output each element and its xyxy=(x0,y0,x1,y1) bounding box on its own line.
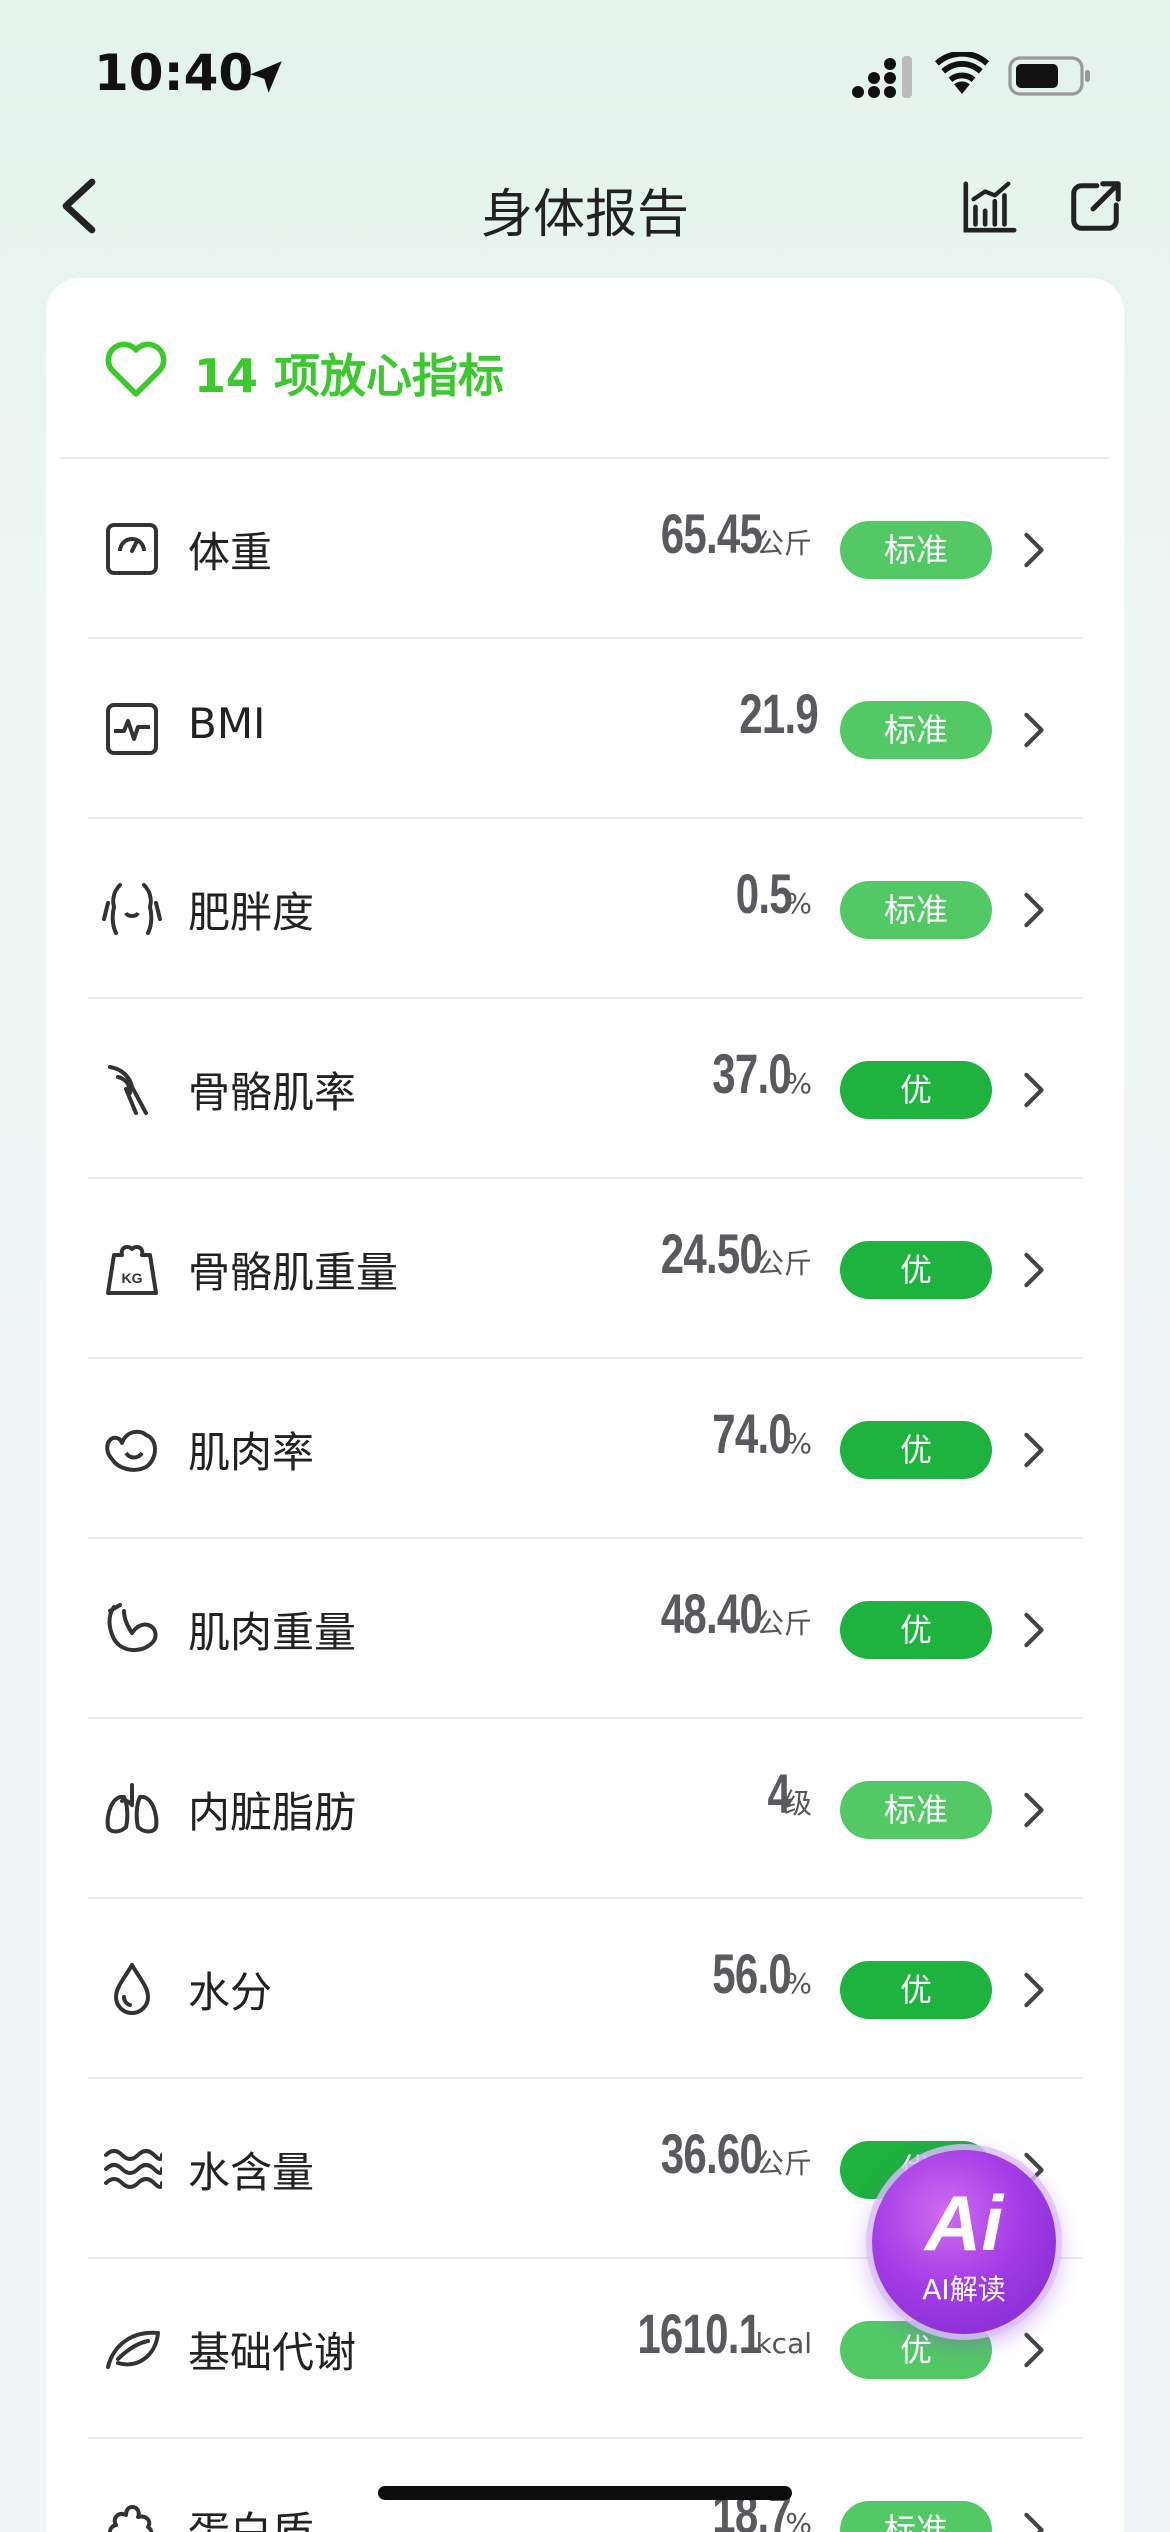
metric-unit: kcal xyxy=(755,2327,812,2360)
body-shape-icon xyxy=(102,883,162,935)
chevron-right-icon xyxy=(1024,2512,1044,2532)
status-badge: 标准 xyxy=(840,701,992,759)
heart-outline-icon xyxy=(105,341,167,397)
metric-row[interactable]: 体重 65.45公斤 标准 xyxy=(46,459,1124,639)
metric-row[interactable]: 肌肉率 74.0% 优 xyxy=(46,1359,1124,1539)
metric-value-group: 1610.1kcal xyxy=(596,2301,812,2366)
metric-value: 36.60 xyxy=(660,2122,763,2185)
metric-unit: 公斤 xyxy=(755,1247,812,1280)
metric-label: 骨骼肌率 xyxy=(188,1068,357,1117)
ai-button-label: AI解读 xyxy=(922,2273,1006,2306)
leaf-icon xyxy=(106,2330,160,2369)
metric-row[interactable]: 肥胖度 0.5% 标准 xyxy=(46,819,1124,999)
metric-label: 水分 xyxy=(188,1968,273,2017)
muscle-arm-icon xyxy=(105,1429,157,1472)
chevron-right-icon xyxy=(1024,2332,1044,2368)
metric-value-group: 37.0% xyxy=(686,1041,812,1106)
heartbeat-icon xyxy=(106,703,158,755)
status-badge: 标准 xyxy=(840,881,992,939)
svg-text:KG: KG xyxy=(122,1270,143,1286)
metric-value: 37.0 xyxy=(712,1042,793,1105)
location-arrow-icon xyxy=(250,61,282,93)
status-badge: 标准 xyxy=(840,2501,992,2532)
status-badge: 标准 xyxy=(840,1781,992,1839)
chevron-right-icon xyxy=(1024,1972,1044,2008)
metric-label: 肌肉率 xyxy=(188,1428,315,1477)
metric-row[interactable]: KG 骨骼肌重量 24.50公斤优 xyxy=(46,1179,1124,1359)
status-time: 10:40 xyxy=(94,44,254,102)
chevron-right-icon xyxy=(1024,1792,1044,1828)
cellular-signal-icon xyxy=(852,56,912,98)
battery-icon xyxy=(1008,56,1090,96)
metric-row[interactable]: BMI 21.9 标准 xyxy=(46,639,1124,819)
scale-icon xyxy=(106,523,158,575)
metric-label: 肥胖度 xyxy=(188,888,315,937)
metric-row[interactable]: 肌肉重量 48.40公斤优 xyxy=(46,1539,1124,1719)
status-badge: 优 xyxy=(840,1061,992,1119)
flex-arm-icon xyxy=(107,1603,158,1652)
metric-unit: 公斤 xyxy=(755,2147,812,2180)
trend-chart-icon[interactable] xyxy=(960,178,1018,236)
metric-label: 肌肉重量 xyxy=(188,1608,357,1657)
home-indicator xyxy=(378,2486,792,2500)
metric-row[interactable]: 水分 56.0% 优 xyxy=(46,1899,1124,2079)
metric-value-group: 21.9 xyxy=(713,681,819,746)
metric-value-group: 65.45公斤 xyxy=(627,501,812,566)
status-badge: 优 xyxy=(840,1961,992,2019)
chevron-right-icon xyxy=(1024,892,1044,928)
chevron-right-icon xyxy=(1024,1252,1044,1288)
metric-value: 74.0 xyxy=(712,1402,793,1465)
metric-value: 4 xyxy=(767,1762,790,1825)
chevron-right-icon xyxy=(1024,712,1044,748)
metric-value: 1610.1 xyxy=(637,2302,762,2365)
metric-value: 21.9 xyxy=(739,682,819,745)
chevron-right-icon xyxy=(1024,1432,1044,1468)
metric-label: 骨骼肌重量 xyxy=(188,1248,399,1297)
status-badge: 优 xyxy=(840,1601,992,1659)
lungs-icon xyxy=(105,1783,159,1834)
status-badge: 标准 xyxy=(840,521,992,579)
metric-value: 65.45 xyxy=(660,502,763,565)
status-bar: 10:40 xyxy=(0,0,1170,150)
water-drop-icon xyxy=(114,1963,150,2015)
metric-unit: 公斤 xyxy=(755,527,812,560)
metric-label: 水含量 xyxy=(188,2148,315,2197)
status-badge: 优 xyxy=(840,1421,992,1479)
metric-unit: 公斤 xyxy=(755,1607,812,1640)
knee-joint-icon xyxy=(108,1065,148,1115)
metric-label: 基础代谢 xyxy=(188,2328,357,2377)
metric-value: 0.5 xyxy=(735,862,792,925)
summary-title: 14 项放心指标 xyxy=(194,349,505,403)
wifi-icon xyxy=(935,52,989,94)
metric-row[interactable]: 骨骼肌率 37.0% 优 xyxy=(46,999,1124,1179)
metric-value: 48.40 xyxy=(660,1582,763,1645)
metric-value-group: 74.0% xyxy=(686,1401,812,1466)
summary-header: 14 项放心指标 xyxy=(46,278,1124,459)
metric-value-group: 36.60公斤 xyxy=(627,2121,812,2186)
status-badge: 优 xyxy=(840,1241,992,1299)
metric-label: 内脏脂肪 xyxy=(188,1788,357,1837)
chevron-right-icon xyxy=(1024,1072,1044,1108)
waves-icon xyxy=(104,2149,162,2189)
metric-value-group: 48.40公斤 xyxy=(627,1581,812,1646)
share-icon[interactable] xyxy=(1066,178,1124,236)
metric-value-group: 4级 xyxy=(760,1761,812,1826)
metric-value-group: 56.0% xyxy=(686,1941,812,2006)
metric-row[interactable]: 内脏脂肪 4级 标准 xyxy=(46,1719,1124,1899)
ai-interpret-button[interactable]: Ai AI解读 xyxy=(872,2150,1056,2334)
chevron-right-icon xyxy=(1024,532,1044,568)
metric-value-group: 0.5% xyxy=(717,861,812,926)
metric-label: 体重 xyxy=(188,528,273,577)
metric-label: BMI xyxy=(188,699,266,748)
chevron-right-icon xyxy=(1024,1612,1044,1648)
metric-value: 56.0 xyxy=(712,1942,793,2005)
protein-icon xyxy=(108,2505,154,2532)
metric-value: 24.50 xyxy=(660,1222,763,1285)
weight-kg-icon: KG xyxy=(106,1245,158,1295)
metric-value-group: 24.50公斤 xyxy=(627,1221,812,1286)
ai-logo: Ai xyxy=(925,2179,1003,2267)
metric-label: 蛋白质 xyxy=(188,2499,314,2532)
